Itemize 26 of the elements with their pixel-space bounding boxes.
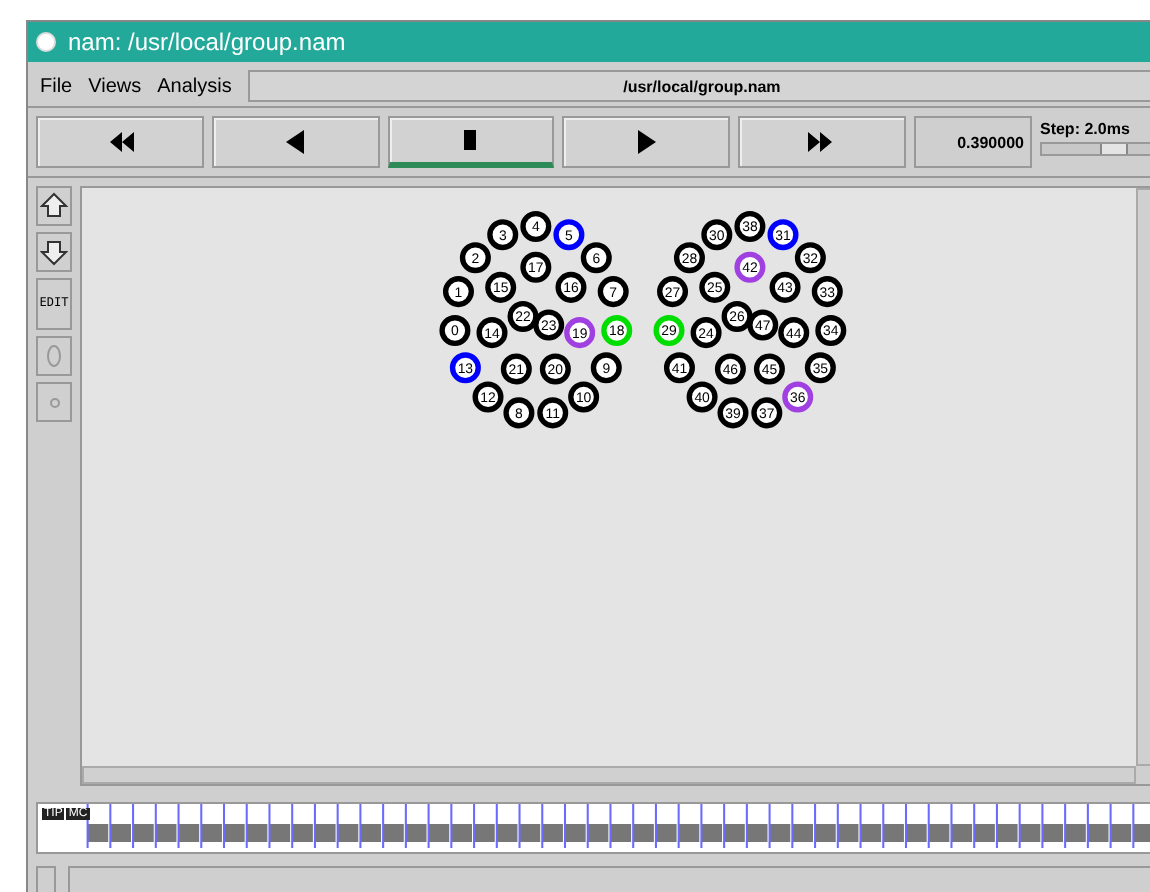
window-menu-icon[interactable] [36, 32, 56, 52]
playback-button[interactable] [562, 116, 731, 168]
oval-tool-button[interactable] [36, 336, 72, 376]
playback-button[interactable] [211, 116, 380, 168]
file-path-field: /usr/local/group.nam [247, 70, 1150, 102]
zoom-in-button[interactable] [36, 186, 72, 226]
step-slider[interactable] [1039, 142, 1150, 156]
horizontal-scrollbar[interactable] [82, 766, 1136, 784]
zoom-out-button[interactable] [36, 232, 72, 272]
menu-item[interactable]: Analysis [157, 75, 232, 97]
vertical-scrollbar[interactable] [1136, 188, 1150, 766]
circle-icon [49, 397, 59, 407]
playback-button[interactable] [387, 116, 555, 168]
playback-button[interactable] [36, 116, 204, 168]
status-button[interactable] [36, 866, 56, 892]
up-arrow-icon [40, 192, 68, 220]
playback-button[interactable] [738, 116, 906, 168]
oval-icon [46, 344, 62, 368]
menu-item[interactable]: File [40, 75, 73, 97]
window-title: nam: /usr/local/group.nam [68, 28, 346, 56]
slider-thumb[interactable] [1100, 144, 1129, 154]
menu-item[interactable]: Views [88, 75, 142, 97]
time-display: 0.390000 [913, 116, 1032, 168]
step-label: Step: 2.0ms [1039, 120, 1132, 138]
down-arrow-icon [40, 238, 68, 266]
dot-tool-button[interactable] [36, 382, 72, 422]
